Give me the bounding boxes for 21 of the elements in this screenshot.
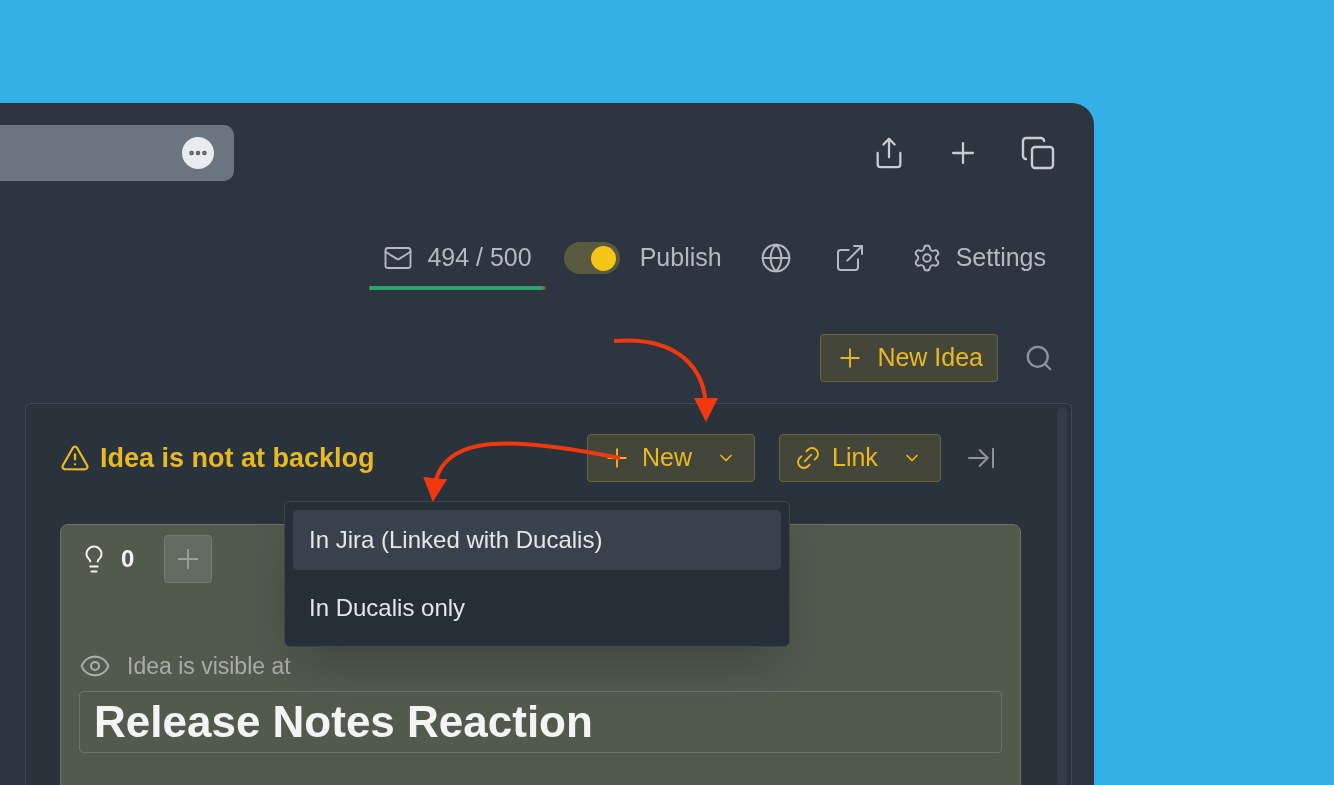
more-icon[interactable] xyxy=(182,137,214,169)
search-icon[interactable] xyxy=(1024,343,1054,373)
visibility-text: Idea is visible at xyxy=(127,651,291,681)
menu-item[interactable]: In Ducalis only xyxy=(293,578,781,638)
counter-text: 494 / 500 xyxy=(427,242,532,274)
settings-button[interactable]: Settings xyxy=(911,239,1046,277)
globe-icon[interactable] xyxy=(759,242,792,274)
search-field[interactable] xyxy=(0,125,234,181)
menu-item[interactable]: In Jira (Linked with Ducalis) xyxy=(293,510,781,570)
new-button[interactable]: New xyxy=(587,434,755,482)
email-counter[interactable]: 494 / 500 xyxy=(369,226,546,290)
add-vote-button[interactable] xyxy=(164,535,213,583)
title-field[interactable]: Release Notes Reaction xyxy=(79,691,1002,753)
publish-toggle[interactable] xyxy=(563,242,620,274)
vote-count: 0 xyxy=(121,544,135,574)
new-idea-button[interactable]: New Idea xyxy=(820,334,998,382)
link-button[interactable]: Link xyxy=(779,434,941,482)
publish-label: Publish xyxy=(639,242,722,274)
warning-text: Idea is not at backlog xyxy=(100,441,375,475)
warning-icon xyxy=(60,443,90,473)
copy-icon[interactable] xyxy=(1020,135,1056,171)
